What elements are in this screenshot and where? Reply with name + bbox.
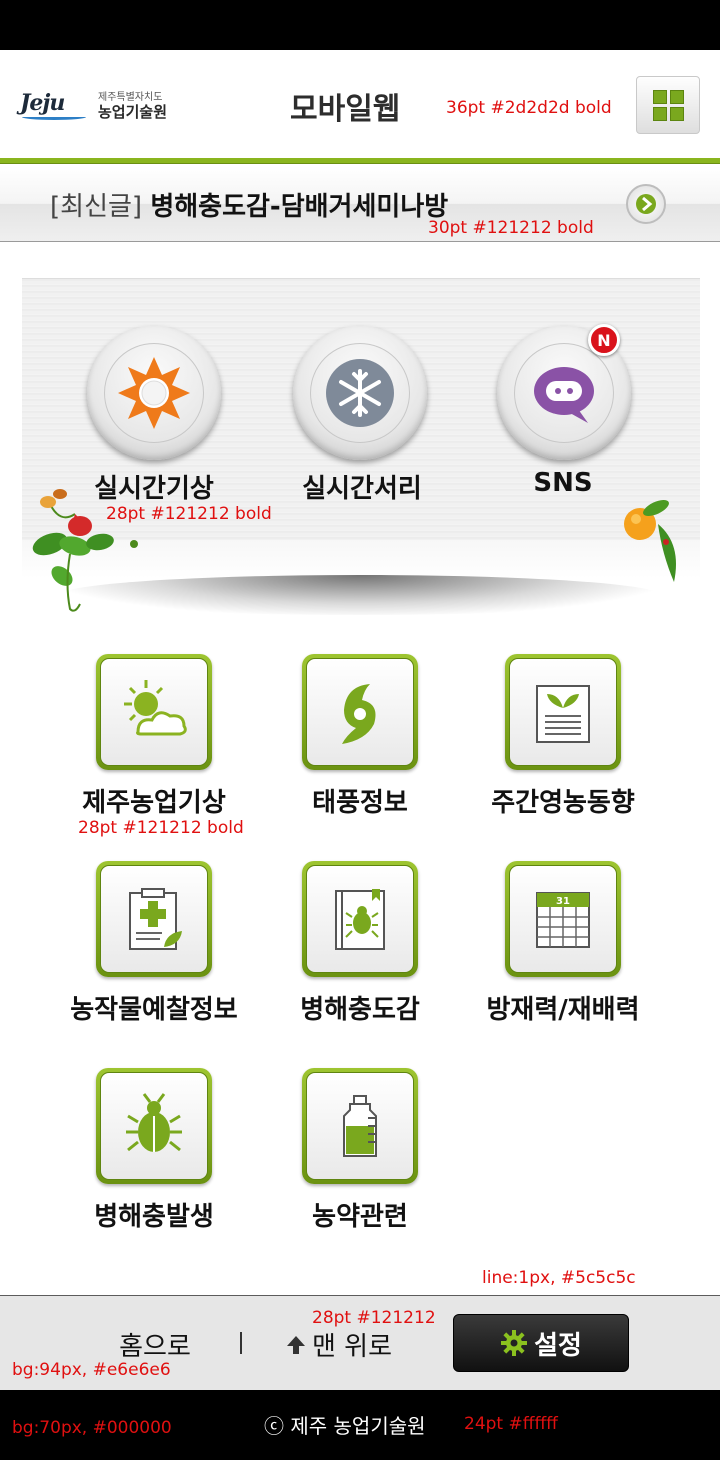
pest-encyclopedia-button[interactable]	[302, 861, 418, 977]
header-divider	[0, 158, 720, 164]
strawberry-vine-decoration	[32, 489, 138, 612]
latest-headline: 병해충도감-담배거세미나방	[150, 192, 449, 222]
disaster-cultivation-calendar-face: 31	[509, 865, 617, 973]
calendar-icon: 31	[536, 892, 590, 948]
crop-forecast-button[interactable]	[96, 861, 212, 977]
logo-swoosh	[22, 114, 86, 120]
bottom-bg-spec-annotation: bg:94px, #e6e6e6	[12, 1360, 171, 1380]
pesticide-related-button[interactable]	[302, 1068, 418, 1184]
bottom-separator	[240, 1332, 242, 1354]
svg-text:31: 31	[556, 896, 570, 907]
bug-book-icon	[335, 889, 385, 950]
scroll-top-label: 맨 위로	[312, 1332, 393, 1362]
title-spec-annotation: 36pt #2d2d2d bold	[446, 98, 612, 118]
sun-icon	[118, 357, 190, 429]
pest-occurrence-face	[100, 1072, 208, 1180]
clipboard-cross-icon	[129, 888, 182, 950]
crop-forecast-face	[100, 865, 208, 973]
chevron-right-icon	[636, 194, 656, 214]
weekly-farming-trend-label: 주간영농동향	[491, 788, 635, 818]
jeju-agri-weather-face	[100, 658, 208, 766]
chat-bubble-icon	[534, 367, 594, 423]
grid-icon-cell	[670, 90, 684, 104]
latest-spec-annotation: 30pt #121212 bold	[428, 218, 594, 238]
latest-post-bar[interactable]: [최신글] 병해충도감-담배거세미나방	[0, 166, 720, 242]
footer-bg-spec-annotation: bg:70px, #000000	[12, 1418, 172, 1438]
status-bar	[0, 0, 720, 50]
disaster-cultivation-calendar-button[interactable]: 31	[505, 861, 621, 977]
weekly-farming-trend-button[interactable]	[505, 654, 621, 770]
logo[interactable]: Jeju 제주특별자치도 농업기술원	[20, 86, 180, 126]
bottom-label-spec-annotation: 28pt #121212	[312, 1308, 436, 1328]
snowflake-icon	[326, 359, 394, 427]
pesticide-related-face	[306, 1072, 414, 1180]
pesticide-related-label: 농약관련	[312, 1202, 408, 1232]
menu-grid-button[interactable]	[636, 76, 700, 134]
pest-occurrence-button[interactable]	[96, 1068, 212, 1184]
sun-cloud-icon	[124, 680, 187, 736]
typhoon-icon	[342, 684, 376, 744]
header: Jeju 제주특별자치도 농업기술원 모바일웹 36pt #2d2d2d bol…	[0, 50, 720, 160]
latest-prefix: [최신글]	[50, 192, 143, 222]
settings-label: 설정	[534, 1330, 582, 1361]
typhoon-info-face	[306, 658, 414, 766]
grid-icon-cell	[653, 107, 667, 121]
new-badge: N	[588, 324, 620, 356]
realtime-weather-button[interactable]	[87, 326, 221, 460]
settings-button[interactable]: 설정	[453, 1314, 629, 1372]
scroll-top-button[interactable]: 맨 위로	[286, 1326, 392, 1363]
jeju-agri-weather-button[interactable]	[96, 654, 212, 770]
menu-spec-annotation: 28pt #121212 bold	[78, 818, 244, 838]
pest-occurrence-label: 병해충발생	[94, 1202, 214, 1232]
tangerine-decoration	[624, 499, 676, 582]
sprout-document-icon	[536, 685, 590, 743]
latest-post-text: [최신글] 병해충도감-담배거세미나방	[50, 186, 448, 223]
grid-icon-cell	[670, 107, 684, 121]
logo-title: 농업기술원	[98, 103, 168, 121]
pest-encyclopedia-face	[306, 865, 414, 973]
page-title: 모바일웹	[290, 92, 401, 127]
arrow-up-icon	[287, 1335, 305, 1354]
typhoon-info-button[interactable]	[302, 654, 418, 770]
grid-icon	[653, 90, 667, 104]
realtime-frost-button[interactable]	[293, 326, 427, 460]
copyright-text: ⓒ 제주 농업기술원	[264, 1414, 426, 1438]
disaster-cultivation-calendar-label: 방재력/재배력	[486, 995, 640, 1025]
pesticide-bottle-icon	[343, 1095, 377, 1157]
pest-encyclopedia-label: 병해충도감	[300, 995, 420, 1025]
footer-spec-annotation: 24pt #ffffff	[464, 1414, 558, 1434]
sns-icon-frame	[514, 343, 614, 443]
line-spec-annotation: line:1px, #5c5c5c	[482, 1268, 636, 1288]
logo-mark: Jeju	[20, 90, 65, 116]
realtime-frost-icon-frame	[310, 343, 410, 443]
realtime-frost-label: 실시간서리	[302, 474, 422, 504]
home-button[interactable]: 홈으로	[90, 1326, 220, 1363]
weekly-farming-trend-face	[509, 658, 617, 766]
latest-next-button[interactable]	[626, 184, 666, 224]
typhoon-info-label: 태풍정보	[312, 788, 408, 818]
beetle-icon	[126, 1093, 182, 1152]
gear-icon	[501, 1330, 528, 1356]
jeju-agri-weather-label: 제주농업기상	[82, 788, 226, 818]
realtime-weather-icon-frame	[104, 343, 204, 443]
crop-forecast-label: 농작물예찰정보	[70, 995, 238, 1025]
